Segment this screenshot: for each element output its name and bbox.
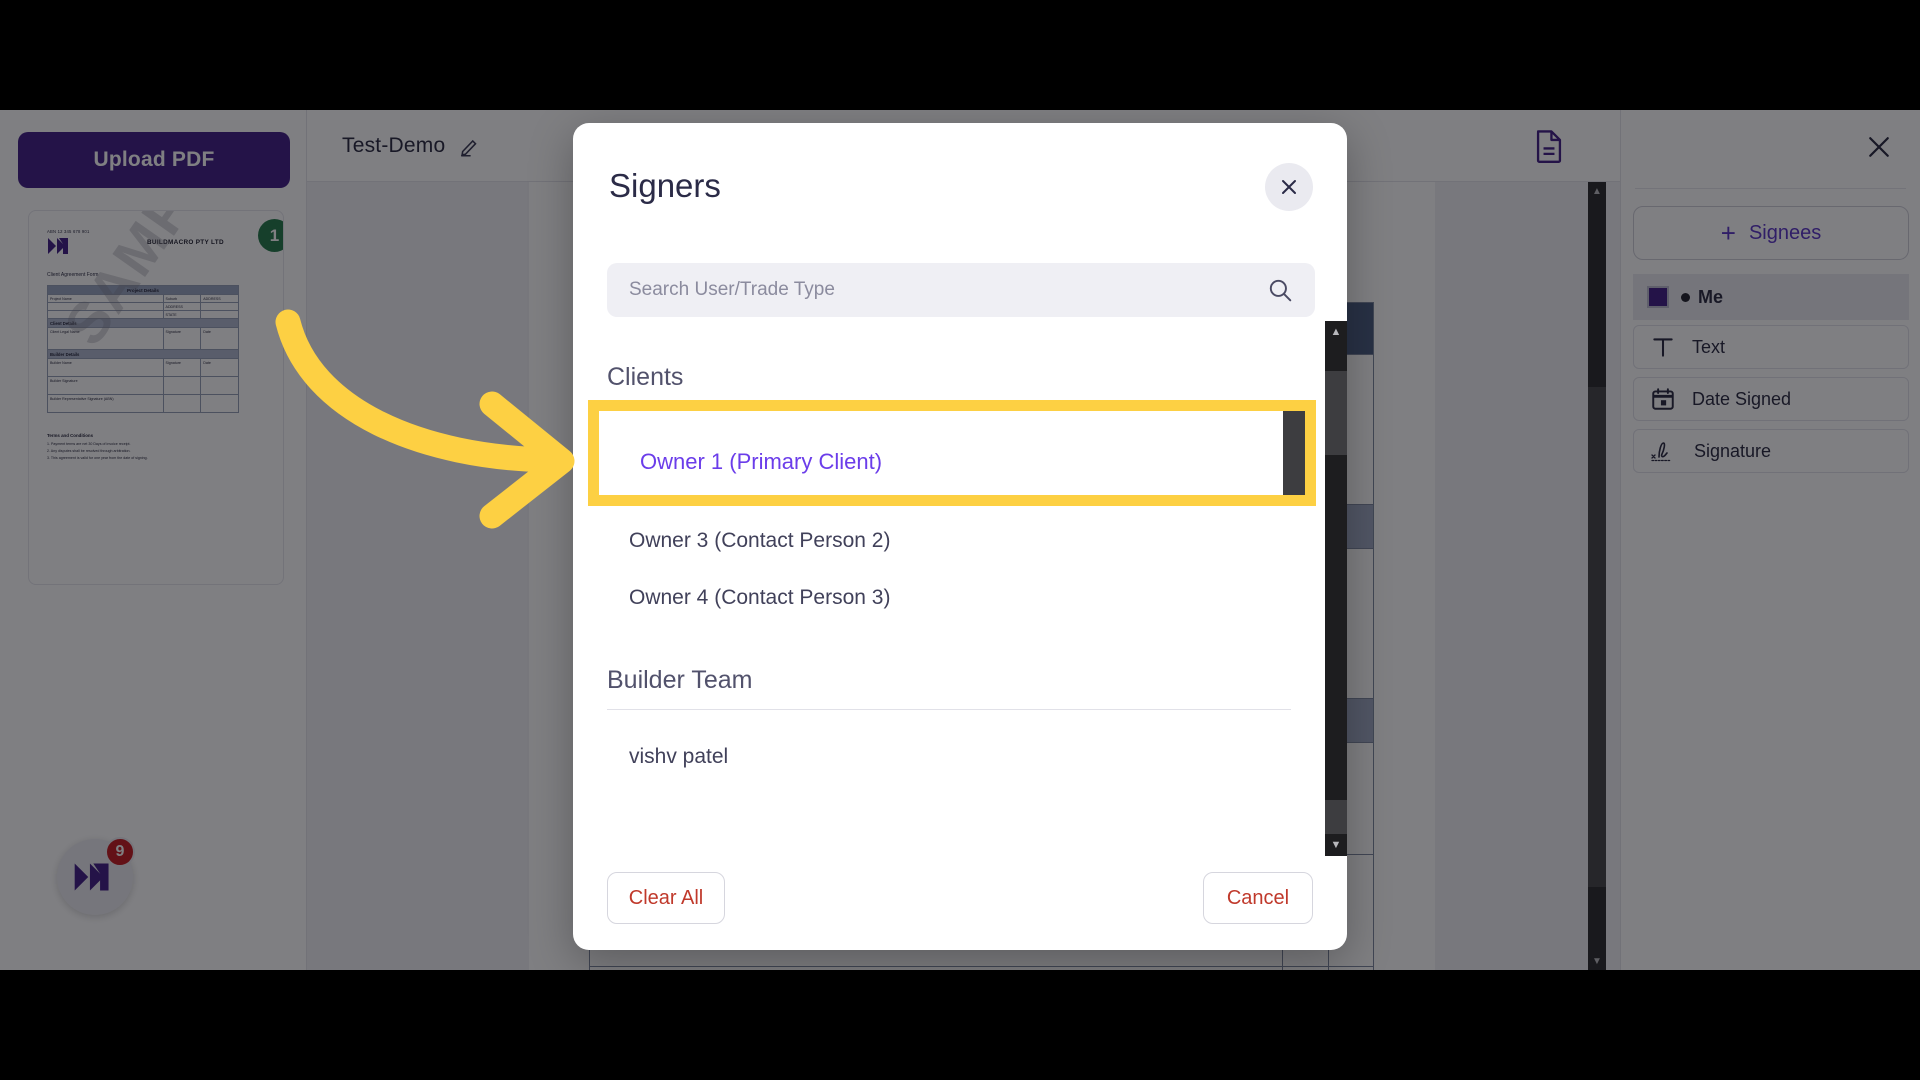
left-sidebar: Upload PDF ABN 12 345 678 901 BUILDMACRO… [0, 110, 307, 970]
document-title: Test-Demo [342, 133, 446, 157]
thumb-cell [200, 376, 239, 395]
tool-label: Signature [1694, 440, 1772, 461]
doc-cell [1327, 966, 1375, 970]
thumb-form-title: Client Agreement Form [47, 272, 99, 278]
scroll-down-arrow-icon[interactable]: ▼ [1588, 952, 1606, 970]
status-dot-icon [1681, 292, 1690, 302]
thumb-cell: Builder Representative Signature (ABN) [47, 394, 164, 413]
thumb-cell [47, 302, 164, 311]
add-signees-label: Signees [1748, 221, 1822, 244]
add-signees-button[interactable]: + Signees [1633, 206, 1909, 260]
thumbnail-page: ABN 12 345 678 901 BUILDMACRO PTY LTD Cl… [29, 211, 283, 584]
tool-label: Date Signed [1692, 388, 1792, 409]
list-item[interactable]: vishv patel [607, 728, 1291, 785]
thumb-table-header: Project Details [47, 285, 239, 295]
thumb-cell: Date [200, 327, 239, 350]
text-icon [1653, 338, 1673, 357]
modal-footer: Clear All Cancel [573, 854, 1347, 950]
tool-text-field[interactable]: Text [1633, 325, 1909, 369]
modal-title: Signers [609, 167, 721, 204]
thumb-cell: Date [200, 358, 239, 377]
thumb-cell [162, 376, 202, 395]
thumb-cell: Signature [162, 327, 202, 350]
scroll-up-arrow-icon[interactable]: ▲ [1325, 321, 1347, 343]
thumb-section-builder: Builder Details [47, 349, 239, 359]
thumb-cell [200, 394, 239, 413]
thumb-term-line: 2. Any disputes shall be resolved throug… [47, 448, 131, 453]
brand-logo-icon [74, 863, 109, 891]
thumb-cell [162, 394, 202, 413]
thumb-cell: STATE [162, 310, 202, 319]
thumb-cell [200, 302, 239, 311]
thumb-cell: Signature [162, 358, 202, 377]
thumb-cell: Builder Name [47, 358, 164, 377]
signee-row-me[interactable]: Me [1633, 274, 1909, 320]
brand-logo-icon [48, 238, 68, 254]
group-title-clients: Clients [607, 363, 684, 391]
thumb-cell: Client Legal Name [47, 327, 164, 350]
calendar-icon [1652, 388, 1674, 410]
thumb-cell [200, 310, 239, 319]
clear-all-button[interactable]: Clear All [607, 872, 725, 924]
list-item[interactable]: Owner 3 (Contact Person 2) [607, 512, 1291, 569]
document-scrollbar-thumb[interactable] [1588, 387, 1606, 887]
search-user-box[interactable] [607, 263, 1315, 317]
group-title-builder-team: Builder Team [607, 666, 753, 694]
tool-label: Text [1692, 336, 1726, 357]
signers-modal: Signers Clients Owner 1 (Primary Client)… [573, 123, 1347, 950]
scroll-up-arrow-icon[interactable]: ▲ [1588, 182, 1606, 200]
thumb-abn: ABN 12 345 678 901 [47, 229, 90, 234]
search-icon[interactable] [1267, 277, 1293, 303]
signee-color-swatch [1647, 286, 1669, 308]
thumb-cell [47, 310, 164, 319]
chat-unread-badge: 9 [105, 837, 135, 867]
pencil-icon[interactable] [459, 135, 481, 157]
page-number-badge: 1 [258, 219, 283, 252]
right-sidebar: + Signees Me Text Date Signed Signature [1620, 110, 1920, 970]
thumb-cell: ADDRESS [162, 302, 202, 311]
tool-signature[interactable]: Signature [1633, 429, 1909, 473]
thumb-cell: Suburb [162, 294, 202, 303]
screenshot-root: Upload PDF ABN 12 345 678 901 BUILDMACRO… [0, 0, 1920, 1080]
close-icon[interactable] [1864, 132, 1894, 167]
modal-close-icon[interactable] [1265, 163, 1313, 211]
thumb-cell: Builder Signature [47, 376, 164, 395]
doc-cell: Builder Representative Signature (ABN) [588, 966, 1284, 970]
signers-list-scrollbar[interactable]: ▲ ▼ [1325, 321, 1347, 856]
me-text: Me [1698, 286, 1724, 307]
thumb-terms-title: Terms and Conditions [47, 433, 94, 438]
list-item[interactable]: Owner 1 (Primary Client) [607, 398, 1291, 455]
signee-me-label: Me [1681, 287, 1723, 308]
thumb-term-line: 1. Payment terms are net 30 Days of invo… [47, 442, 131, 446]
thumb-term-line: 3. This agreement is valid for one year … [47, 455, 148, 460]
thumb-company: BUILDMACRO PTY LTD [147, 239, 224, 246]
doc-cell [1282, 966, 1329, 970]
document-scrollbar[interactable]: ▲ ▼ [1588, 182, 1606, 970]
document-icon[interactable] [1534, 129, 1564, 163]
tool-date-signed[interactable]: Date Signed [1633, 377, 1909, 421]
sidebar-divider [1635, 188, 1906, 189]
signers-scrollbar-thumb[interactable] [1325, 371, 1347, 455]
upload-pdf-button[interactable]: Upload PDF [18, 132, 290, 188]
group-divider [607, 709, 1291, 710]
plus-icon: + [1720, 218, 1736, 248]
cancel-button[interactable]: Cancel [1203, 872, 1313, 924]
scroll-down-arrow-icon[interactable]: ▼ [1325, 834, 1347, 856]
thumb-table: Project Details Project Name Suburb ADDR… [47, 285, 239, 413]
chat-launcher-button[interactable]: 9 [57, 837, 135, 915]
signers-list-region[interactable]: Clients Owner 1 (Primary Client) Owner 2… [573, 341, 1347, 853]
signers-list: Clients Owner 1 (Primary Client) Owner 2… [573, 341, 1325, 853]
thumb-cell: ADDRESS [200, 294, 239, 303]
signature-icon [1651, 442, 1671, 462]
search-input[interactable] [629, 279, 1267, 301]
thumb-section-client: Client Details [47, 318, 239, 328]
list-item[interactable]: Owner 4 (Contact Person 3) [607, 569, 1291, 626]
page-thumbnail-card[interactable]: ABN 12 345 678 901 BUILDMACRO PTY LTD Cl… [28, 210, 284, 585]
thumb-cell: Project Name [47, 294, 164, 303]
list-item[interactable]: Owner 2 (Contact Person 1) [607, 455, 1291, 512]
signers-scrollbar-thumb-lower[interactable] [1325, 800, 1347, 834]
